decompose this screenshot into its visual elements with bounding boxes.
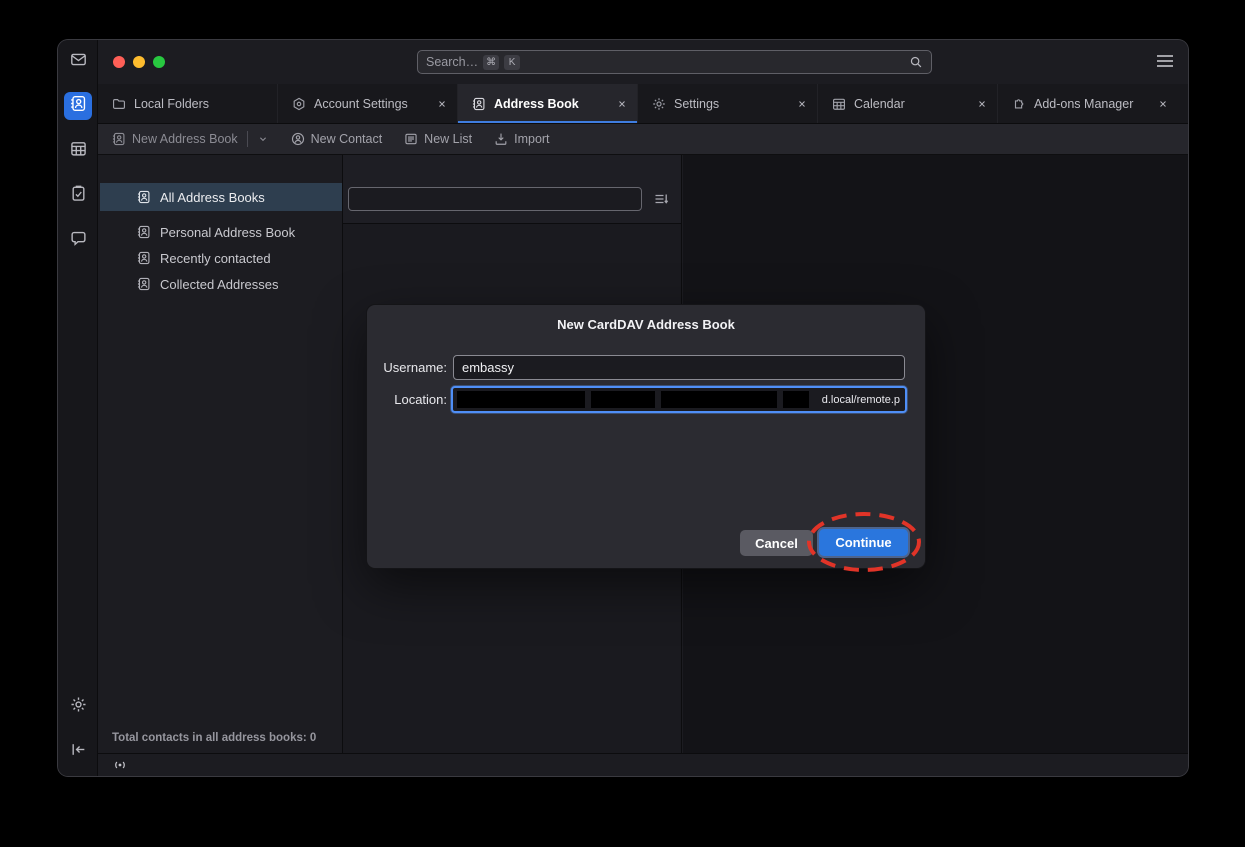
desktop: Search… ⌘ K Local Folders Acc [0,0,1245,847]
address-book-icon [137,251,151,265]
close-tab-button[interactable] [797,99,807,109]
k-keycap: K [504,55,520,70]
address-book-icon [472,97,486,111]
new-list-label: New List [424,132,472,146]
location-label: Location: [367,386,447,413]
divider [247,131,248,147]
address-book-label: All Address Books [160,190,265,205]
minimize-window-button[interactable] [133,56,145,68]
tab-label: Add-ons Manager [1034,97,1133,111]
addons-puzzle-icon [1012,97,1026,111]
space-address-book-button[interactable] [64,92,92,120]
import-label: Import [514,132,549,146]
tab-addons-manager[interactable]: Add-ons Manager [998,84,1178,123]
address-books-pane: All Address Books Personal Address Book … [100,155,342,753]
tab-label: Settings [674,97,719,111]
import-icon [494,132,508,146]
account-settings-icon [292,97,306,111]
new-list-icon [404,132,418,146]
new-carddav-dialog: New CardDAV Address Book Username: Locat… [367,305,925,568]
menu-icon [1156,55,1174,72]
tab-label: Local Folders [134,97,209,111]
tab-address-book[interactable]: Address Book [458,84,638,123]
space-tasks-button[interactable] [64,182,92,210]
calendar-icon [832,97,846,111]
sort-icon[interactable] [653,191,669,212]
titlebar: Search… ⌘ K [98,40,1188,84]
dialog-title: New CardDAV Address Book [367,317,925,332]
settings-gear-icon [652,97,666,111]
close-tab-button[interactable] [977,99,987,109]
address-book-item-collected[interactable]: Collected Addresses [100,271,342,297]
address-book-icon [137,225,151,239]
address-book-label: Collected Addresses [160,277,279,292]
space-calendar-button[interactable] [64,137,92,165]
app-menu-button[interactable] [1156,54,1174,73]
address-book-item-personal[interactable]: Personal Address Book [100,219,342,245]
contacts-search-input[interactable] [348,187,642,211]
close-tab-button[interactable] [617,99,627,109]
redaction-bar [661,391,777,408]
new-address-book-button[interactable]: New Address Book [112,131,269,147]
folder-icon [112,97,126,111]
thunderbird-window: Search… ⌘ K Local Folders Acc [58,40,1188,776]
address-book-item-all[interactable]: All Address Books [100,183,342,211]
chevron-down-icon[interactable] [257,133,269,145]
broadcast-icon [111,758,129,776]
redaction-bar [591,391,655,408]
total-contacts-status: Total contacts in all address books: 0 [112,732,316,744]
new-address-book-label: New Address Book [132,132,238,146]
tab-settings[interactable]: Settings [638,84,818,123]
space-chat-button[interactable] [64,227,92,255]
close-tab-button[interactable] [437,99,447,109]
mail-icon [70,51,87,73]
space-mail-button[interactable] [64,48,92,76]
calendar-icon [70,140,87,162]
location-visible-text: d.local/remote.p [822,388,900,411]
tab-account-settings[interactable]: Account Settings [278,84,458,123]
tab-bar: Local Folders Account Settings Address B… [98,84,1188,124]
tab-calendar[interactable]: Calendar [818,84,998,123]
global-search-input[interactable]: Search… ⌘ K [417,50,932,74]
spaces-toolbar [58,40,98,776]
new-list-button[interactable]: New List [404,132,472,146]
address-book-icon [112,132,126,146]
spaces-settings-button[interactable] [64,693,92,721]
address-book-label: Recently contacted [160,251,271,266]
tab-label: Address Book [494,97,579,111]
username-label: Username: [367,355,447,380]
tab-local-folders[interactable]: Local Folders [98,84,278,123]
tasks-icon [70,185,87,207]
new-contact-button[interactable]: New Contact [291,132,383,146]
address-book-toolbar: New Address Book New Contact New List Im… [98,124,1188,155]
continue-button[interactable]: Continue [819,529,908,556]
address-book-label: Personal Address Book [160,225,295,240]
close-window-button[interactable] [113,56,125,68]
close-tab-button[interactable] [1158,99,1168,109]
username-field[interactable] [453,355,905,380]
import-button[interactable]: Import [494,132,549,146]
collapse-spaces-button[interactable] [64,738,92,766]
status-bar [98,753,1188,776]
location-field[interactable]: d.local/remote.p [451,386,907,413]
new-contact-label: New Contact [311,132,383,146]
search-placeholder: Search… [426,55,478,69]
redaction-bar [457,391,585,408]
new-contact-icon [291,132,305,146]
tab-label: Calendar [854,97,905,111]
address-book-icon [137,277,151,291]
redaction-bar [783,391,809,408]
tab-label: Account Settings [314,97,408,111]
chat-icon [70,230,87,252]
zoom-window-button[interactable] [153,56,165,68]
address-book-icon [137,190,151,204]
address-book-icon [70,95,87,117]
command-keycap: ⌘ [483,55,499,70]
search-icon [909,55,923,69]
address-book-item-recent[interactable]: Recently contacted [100,245,342,271]
collapse-sidebar-icon [70,741,87,763]
cancel-button[interactable]: Cancel [740,530,813,556]
gear-icon [70,696,87,718]
